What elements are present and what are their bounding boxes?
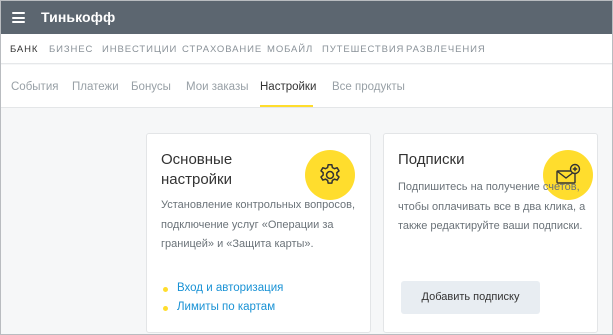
- tab-bonuses[interactable]: Бонусы: [131, 81, 171, 93]
- app-window: Тинькофф Банк Бизнес Инвестиции Страхова…: [0, 0, 613, 335]
- add-subscription-button[interactable]: Добавить подписку: [401, 281, 540, 314]
- main-nav-item-entertainment[interactable]: Развлечения: [406, 44, 486, 55]
- main-nav-item-mobile[interactable]: Мобайл: [267, 44, 313, 55]
- main-nav-item-travel[interactable]: Путешествия: [322, 44, 404, 55]
- tab-my-orders[interactable]: Мои заказы: [186, 81, 248, 93]
- subscriptions-card-title: Подписки: [398, 151, 465, 168]
- gear-icon: [305, 150, 355, 200]
- tab-settings[interactable]: Настройки: [260, 81, 316, 93]
- sub-nav: События Платежи Бонусы Мои заказы Настро…: [1, 65, 612, 108]
- settings-card-title: Основные настройки: [161, 151, 233, 188]
- bullet-dot: [163, 306, 168, 311]
- card-limits-link[interactable]: Лимиты по картам: [177, 301, 275, 313]
- subscriptions-card: Подписки Подпишитесь на получение счетов…: [383, 133, 598, 333]
- active-tab-indicator: [260, 105, 313, 107]
- tab-payments[interactable]: Платежи: [72, 81, 119, 93]
- subscriptions-card-description: Подпишитесь на получение счетов, чтобы о…: [398, 181, 586, 232]
- brand-logo[interactable]: Тинькофф: [41, 9, 115, 25]
- main-nav-item-bank[interactable]: Банк: [10, 44, 38, 55]
- main-nav: Банк Бизнес Инвестиции Страхование Мобай…: [1, 34, 612, 64]
- top-bar: Тинькофф: [1, 1, 612, 34]
- bullet-dot: [163, 287, 168, 292]
- tab-events[interactable]: События: [11, 81, 58, 93]
- settings-card: Основные настройки Установление контроль…: [146, 133, 371, 333]
- settings-card-description: Установление контрольных вопросов, подкл…: [161, 199, 356, 250]
- main-nav-item-insurance[interactable]: Страхование: [182, 44, 262, 55]
- main-nav-item-business[interactable]: Бизнес: [49, 44, 93, 55]
- hamburger-menu-icon[interactable]: [12, 12, 25, 23]
- main-nav-item-investments[interactable]: Инвестиции: [102, 44, 177, 55]
- login-authorization-link[interactable]: Вход и авторизация: [177, 282, 283, 294]
- tab-all-products[interactable]: Все продукты: [332, 81, 405, 93]
